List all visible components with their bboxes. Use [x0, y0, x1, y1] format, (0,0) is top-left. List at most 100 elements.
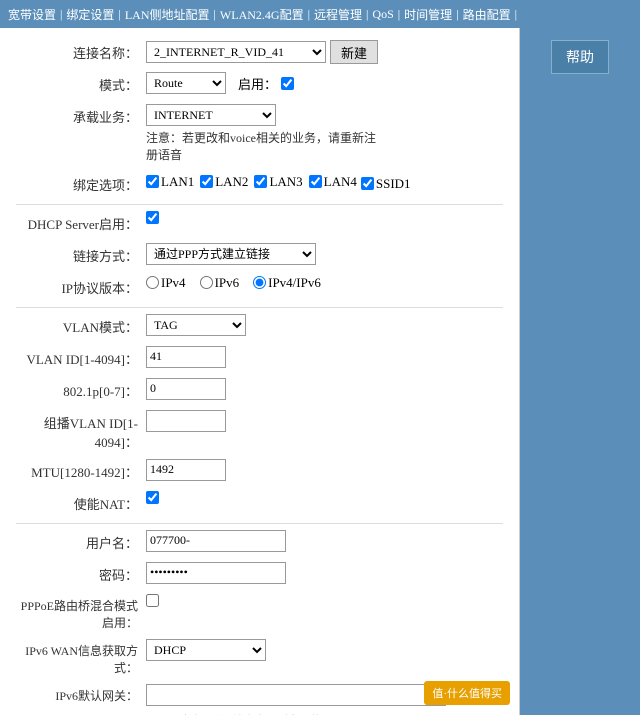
service-control: INTERNET 注意：若更改和voice相关的业务，请重新注册语音 — [146, 104, 503, 164]
ipv6-item: IPv6 — [200, 275, 240, 291]
pppoe-bridge-control — [146, 594, 503, 607]
help-box: 帮助 — [551, 40, 609, 74]
dhcp-checkbox[interactable] — [146, 211, 159, 224]
conn-name-control: 2_INTERNET_R_VID_41 新建 — [146, 40, 503, 64]
vlan-id-row: VLAN ID[1-4094]： — [16, 346, 503, 370]
nat-checkbox[interactable] — [146, 491, 159, 504]
vlan-id-control — [146, 346, 503, 368]
ssid-group: SSID1 — [361, 176, 411, 192]
ip-version-radios: IPv4 IPv6 IPv4/IPv6 — [146, 275, 321, 291]
password-label: 密码： — [16, 562, 146, 584]
ip-version-label: IP协议版本： — [16, 275, 146, 297]
mode-select[interactable]: Route — [146, 72, 226, 94]
vlan-id-label: VLAN ID[1-4094]： — [16, 346, 146, 368]
dot1p-control — [146, 378, 503, 400]
vlan-id-input[interactable] — [146, 346, 226, 368]
pppoe-bridge-label: PPPoE路由桥混合模式启用： — [16, 594, 146, 631]
conn-name-label: 连接名称： — [16, 40, 146, 62]
ipv4-radio[interactable] — [146, 276, 159, 289]
nat-label: 使能NAT： — [16, 491, 146, 513]
enabled-label: 启用： — [238, 74, 277, 93]
nav-item-wlan[interactable]: WLAN2.4G配置 — [216, 6, 308, 23]
ipv4-label: IPv4 — [161, 275, 186, 291]
service-select[interactable]: INTERNET — [146, 104, 276, 126]
nat-row: 使能NAT： — [16, 491, 503, 515]
ipv6-acq-control: DHCP — [146, 639, 503, 661]
nav-item-broadband[interactable]: 宽带设置 — [4, 6, 60, 23]
conn-name-row: 连接名称： 2_INTERNET_R_VID_41 新建 — [16, 40, 503, 64]
dhcp-row: DHCP Server启用： — [16, 211, 503, 235]
ipv4ipv6-radio[interactable] — [253, 276, 266, 289]
pppoe-bridge-checkbox[interactable] — [146, 594, 159, 607]
nav-item-time[interactable]: 时间管理 — [400, 6, 456, 23]
pppoe-bridge-row: PPPoE路由桥混合模式启用： — [16, 594, 503, 631]
ipv6-radio[interactable] — [200, 276, 213, 289]
service-note: 注意：若更改和voice相关的业务，请重新注册语音 — [146, 130, 376, 164]
ssid1-checkbox[interactable] — [361, 177, 374, 190]
service-label: 承载业务： — [16, 104, 146, 126]
password-input[interactable] — [146, 562, 286, 584]
group-vlan-input[interactable] — [146, 410, 226, 432]
nav-item-remote[interactable]: 远程管理 — [310, 6, 366, 23]
ip-version-row: IP协议版本： IPv4 IPv6 IPv4/IPv6 — [16, 275, 503, 299]
enabled-checkbox[interactable] — [281, 77, 294, 90]
lan2-checkbox[interactable] — [200, 175, 213, 188]
divider-1 — [16, 204, 503, 205]
help-label: 帮助 — [566, 51, 594, 66]
dot1p-label: 802.1p[0-7]： — [16, 378, 146, 400]
nav-item-binding[interactable]: 绑定设置 — [62, 6, 118, 23]
mtu-control — [146, 459, 503, 481]
group-vlan-row: 组播VLAN ID[1-4094]： — [16, 410, 503, 451]
ipv6-acq-row: IPv6 WAN信息获取方式： DHCP — [16, 639, 503, 676]
nav-item-lan[interactable]: LAN侧地址配置 — [121, 6, 214, 23]
ipv6-gateway-hint: （IPv6默认网关不填内容，则自动获取） — [146, 712, 343, 715]
link-select[interactable]: 通过PPP方式建立链接 — [146, 243, 316, 265]
username-label: 用户名： — [16, 530, 146, 552]
service-row: 承载业务： INTERNET 注意：若更改和voice相关的业务，请重新注册语音 — [16, 104, 503, 164]
ipv6-label: IPv6 — [215, 275, 240, 291]
conn-name-select[interactable]: 2_INTERNET_R_VID_41 — [146, 41, 326, 63]
link-control: 通过PPP方式建立链接 — [146, 243, 503, 265]
link-row: 链接方式： 通过PPP方式建立链接 — [16, 243, 503, 267]
lan1-checkbox[interactable] — [146, 175, 159, 188]
dhcp-control — [146, 211, 503, 224]
vlan-mode-label: VLAN模式： — [16, 314, 146, 336]
ipv6-acq-select[interactable]: DHCP — [146, 639, 266, 661]
vlan-mode-select[interactable]: TAG — [146, 314, 246, 336]
lan3-item: LAN3 — [254, 174, 302, 190]
dot1p-input[interactable] — [146, 378, 226, 400]
lan4-label: LAN4 — [324, 174, 357, 190]
group-vlan-label: 组播VLAN ID[1-4094]： — [16, 410, 146, 451]
ipv6-gateway-input[interactable] — [146, 684, 446, 706]
lan4-checkbox[interactable] — [309, 175, 322, 188]
group-vlan-control — [146, 410, 503, 432]
ipv4ipv6-item: IPv4/IPv6 — [253, 275, 321, 291]
nav-item-route[interactable]: 路由配置 — [459, 6, 515, 23]
dot1p-row: 802.1p[0-7]： — [16, 378, 503, 402]
vlan-mode-control: TAG — [146, 314, 503, 336]
right-sidebar: 帮助 — [520, 28, 640, 715]
username-row: 用户名： — [16, 530, 503, 554]
mtu-input[interactable] — [146, 459, 226, 481]
mode-label: 模式： — [16, 72, 146, 94]
binding-label: 绑定选项： — [16, 172, 146, 194]
ssid1-label: SSID1 — [376, 176, 411, 192]
content-area: 连接名称： 2_INTERNET_R_VID_41 新建 模式： Route 启… — [0, 28, 520, 715]
password-control — [146, 562, 503, 584]
link-label: 链接方式： — [16, 243, 146, 265]
vlan-mode-row: VLAN模式： TAG — [16, 314, 503, 338]
mtu-row: MTU[1280-1492]： — [16, 459, 503, 483]
mode-row: 模式： Route 启用： — [16, 72, 503, 96]
lan4-item: LAN4 — [309, 174, 357, 190]
username-input[interactable] — [146, 530, 286, 552]
mtu-label: MTU[1280-1492]： — [16, 459, 146, 481]
binding-checkboxes: LAN1 LAN2 LAN3 LAN4 — [146, 174, 357, 190]
lan2-item: LAN2 — [200, 174, 248, 190]
ssid1-item: SSID1 — [361, 176, 411, 192]
lan3-checkbox[interactable] — [254, 175, 267, 188]
new-button[interactable]: 新建 — [330, 40, 378, 64]
binding-control: LAN1 LAN2 LAN3 LAN4 — [146, 172, 503, 192]
dhcp-label: DHCP Server启用： — [16, 211, 146, 233]
watermark: 值·什么值得买 — [424, 681, 510, 705]
nav-item-qos[interactable]: QoS — [368, 7, 397, 22]
